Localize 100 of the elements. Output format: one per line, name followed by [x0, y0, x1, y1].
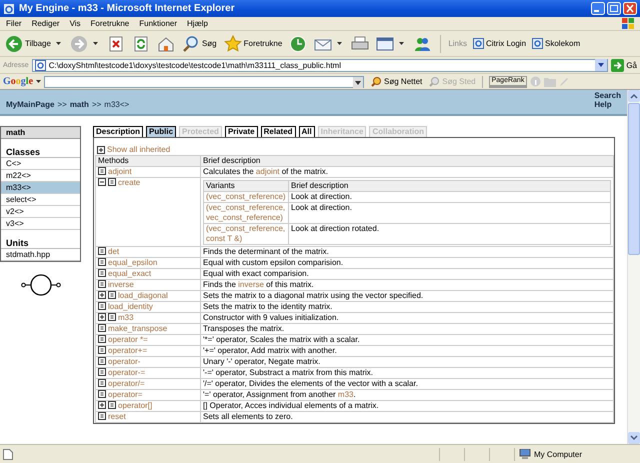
member-icon[interactable] [98, 247, 106, 255]
sidebar-item[interactable]: m33<> [1, 182, 80, 194]
dropdown-arrow-icon[interactable] [399, 42, 404, 45]
minimize-icon[interactable] [591, 2, 605, 15]
expand-icon[interactable] [97, 146, 105, 154]
member-icon[interactable] [98, 335, 106, 343]
collapse-icon[interactable] [98, 178, 106, 186]
page-icon [3, 448, 13, 460]
menu-item[interactable]: Rediger [32, 19, 60, 28]
member-icon[interactable] [108, 178, 116, 186]
member-icon[interactable] [98, 269, 106, 277]
tab[interactable]: All [298, 126, 315, 137]
refresh-icon [132, 34, 150, 52]
method-link[interactable]: create [118, 178, 140, 187]
google-search-button[interactable]: Søg Nettet [371, 76, 422, 87]
expand-icon[interactable] [98, 313, 106, 321]
method-link[interactable]: m33 [118, 313, 134, 322]
sidebar-item[interactable]: v3<> [1, 218, 80, 230]
sidebar-item[interactable]: v2<> [1, 206, 80, 218]
favorite-link[interactable]: Skolekom [532, 38, 580, 49]
method-description: Equal with exact comparision. [203, 269, 309, 278]
member-icon[interactable] [98, 167, 106, 175]
method-link[interactable]: adjoint [108, 167, 132, 176]
menu-item[interactable]: Funktioner [139, 19, 178, 28]
menu-item[interactable]: Vis [70, 19, 81, 28]
expand-icon[interactable] [98, 401, 106, 409]
method-link[interactable]: reset [108, 412, 126, 421]
dropdown-arrow-icon[interactable] [92, 42, 98, 45]
zone-label: My Computer [534, 450, 582, 458]
close-icon[interactable] [623, 2, 637, 15]
breadcrumb-link[interactable]: math [70, 100, 89, 109]
tab[interactable]: Related [260, 126, 296, 137]
tab[interactable]: Public [146, 126, 176, 137]
maximize-icon[interactable] [607, 2, 621, 15]
scroll-thumb[interactable] [628, 103, 640, 255]
sidebar-item[interactable]: C<> [1, 158, 80, 170]
favorites-icon [224, 34, 242, 52]
sidebar-heading: Classes [1, 139, 80, 158]
sidebar-item[interactable]: select<> [1, 194, 80, 206]
method-description: Equal with custom epsilon comparision. [203, 258, 344, 267]
print-icon [351, 34, 370, 52]
menu-item[interactable]: Filer [6, 19, 22, 28]
expand-icon[interactable] [98, 291, 106, 299]
header-link[interactable]: Search [594, 91, 621, 100]
method-description: Constructor with 9 values initialization. [203, 313, 339, 322]
search-icon [182, 34, 200, 52]
menu-item[interactable]: Hjælp [187, 19, 208, 28]
go-button[interactable]: Gå [611, 58, 637, 72]
sidebar-heading: Units [1, 230, 80, 249]
forward-icon [70, 34, 88, 52]
member-icon[interactable] [98, 379, 106, 387]
column-header: Variants [204, 180, 288, 192]
inline-link[interactable]: inverse [238, 280, 264, 289]
column-header: Brief description [288, 180, 610, 192]
member-icon[interactable] [98, 280, 106, 288]
scroll-down-icon[interactable] [628, 432, 640, 444]
show-inherited-link[interactable]: Show all inherited [107, 145, 170, 154]
dropdown-arrow-icon[interactable] [56, 42, 61, 45]
method-description: Finds the determinant of the matrix. [203, 247, 329, 256]
inline-link[interactable]: adjoint [256, 167, 280, 176]
history-icon [289, 34, 308, 52]
method-description: Sets the matrix to a diagonal matrix using the vector specified. [203, 291, 424, 300]
address-field[interactable]: C:\doxyShtml\testcode1\doxys\testcode\testcode1\math\m33111_class_public.html [48, 60, 592, 70]
member-icon[interactable] [108, 313, 116, 321]
home-icon [156, 34, 175, 52]
column-header: Brief description [200, 156, 614, 166]
member-icon[interactable] [108, 401, 116, 409]
method-description: [] Operator, Acces individual elements of a matrix. [203, 401, 379, 410]
breadcrumb-link[interactable]: MyMainPage [6, 100, 54, 109]
scroll-up-icon[interactable] [628, 90, 640, 102]
member-icon[interactable] [98, 258, 106, 266]
header-link[interactable]: Help [594, 100, 621, 109]
scrollbar[interactable] [627, 90, 640, 444]
menu-item[interactable]: Foretrukne [90, 19, 130, 28]
toolbar-button[interactable]: Søg [180, 34, 219, 54]
member-icon[interactable] [98, 390, 106, 398]
member-icon[interactable] [98, 357, 106, 365]
method-description: '/=' operator, Divides the elements of the vector with a scalar. [203, 379, 418, 388]
method-description: '-=' operator, Substract a matrix from this matrix. [203, 368, 373, 377]
sidebar-item[interactable]: stdmath.hpp [1, 249, 80, 261]
member-icon[interactable] [98, 324, 106, 332]
address-bar-field[interactable]: C:\doxyShtml\testcode1\doxys\testcode\testcode1\math\m33111_class_public.html [32, 58, 608, 72]
google-logo[interactable]: Google [3, 76, 34, 87]
dropdown-arrow-icon[interactable] [337, 42, 342, 45]
member-icon[interactable] [98, 302, 106, 310]
inline-link[interactable]: m33 [338, 390, 354, 399]
web-page-icon [34, 60, 46, 70]
method-link[interactable]: det [108, 247, 120, 256]
member-icon[interactable] [98, 368, 106, 376]
tab[interactable]: Private [224, 126, 258, 137]
magnifier-icon [429, 76, 440, 87]
tab[interactable]: Description [93, 126, 144, 137]
member-icon[interactable] [98, 412, 106, 420]
magnifier-icon [371, 76, 382, 87]
member-icon[interactable] [98, 346, 106, 354]
toolbar-button[interactable]: Foretrukne [222, 34, 284, 54]
favorite-link[interactable]: Citrix Login [473, 38, 526, 49]
dropdown-arrow-icon[interactable] [36, 80, 42, 83]
toolbar-button[interactable]: Tilbage [3, 34, 53, 54]
member-icon[interactable] [108, 291, 116, 299]
